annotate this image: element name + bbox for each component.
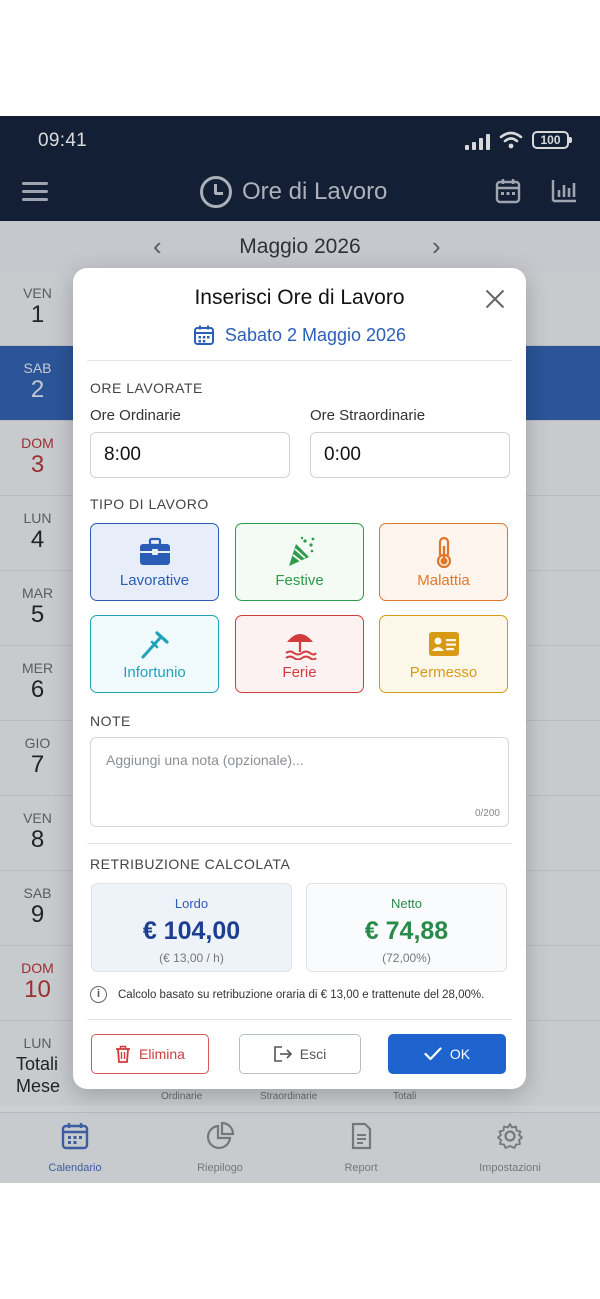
delete-button-label: Elimina [139, 1046, 185, 1062]
pay-section-title: RETRIBUZIONE CALCOLATA [90, 856, 291, 872]
net-label: Netto [390, 896, 423, 911]
type-festive[interactable]: Festive [235, 523, 364, 601]
dialog-date-text: Sabato 2 Maggio 2026 [224, 324, 407, 345]
type-infortunio[interactable]: Infortunio [90, 615, 219, 693]
crutch-icon [141, 631, 169, 659]
exit-button-label: Esci [299, 1046, 327, 1062]
id-card-icon [428, 632, 459, 656]
exit-icon [273, 1046, 292, 1062]
briefcase-icon [139, 537, 170, 565]
type-label: Ferie [282, 664, 317, 681]
ok-button[interactable]: OK [388, 1034, 506, 1074]
trash-icon [116, 1045, 131, 1063]
ordinary-hours-label: Ore Ordinarie [90, 407, 181, 424]
overtime-hours-label: Ore Straordinarie [310, 407, 426, 424]
type-malattia[interactable]: Malattia [379, 523, 508, 601]
pay-info-text: Calcolo basato su retribuzione oraria di… [118, 988, 485, 1001]
ordinary-hours-input[interactable]: 8:00 [90, 432, 290, 478]
work-hours-dialog: Inserisci Ore di Lavoro Sabato 2 Maggio … [73, 268, 526, 1089]
type-label: Infortunio [123, 664, 186, 681]
type-ferie[interactable]: Ferie [235, 615, 364, 693]
type-label: Festive [275, 572, 324, 589]
ok-button-label: OK [449, 1046, 471, 1062]
work-type-section-title: TIPO DI LAVORO [90, 496, 209, 512]
dialog-title: Inserisci Ore di Lavoro [194, 286, 405, 309]
calendar-icon [193, 325, 214, 345]
party-popper-icon [288, 536, 314, 566]
net-pay-card: Netto € 74,88 (72,00%) [306, 883, 507, 972]
dialog-date: Sabato 2 Maggio 2026 [73, 324, 526, 346]
gross-pay-card: Lordo € 104,00 (€ 13,00 / h) [91, 883, 292, 972]
beach-umbrella-icon [284, 634, 317, 660]
divider [87, 360, 512, 361]
thermometer-icon [436, 536, 451, 568]
net-value: € 74,88 [364, 917, 449, 945]
close-icon[interactable] [484, 288, 506, 310]
type-label: Permesso [409, 664, 478, 681]
pay-info: i Calcolo basato su retribuzione oraria … [90, 986, 484, 1003]
overtime-hours-input[interactable]: 0:00 [310, 432, 510, 478]
gross-hourly-rate: (€ 13,00 / h) [159, 951, 224, 965]
type-permesso[interactable]: Permesso [379, 615, 508, 693]
gross-label: Lordo [174, 896, 209, 911]
divider [87, 1019, 512, 1020]
type-label: Malattia [417, 572, 470, 589]
info-icon: i [90, 986, 107, 1003]
delete-button[interactable]: Elimina [91, 1034, 209, 1074]
type-lavorative[interactable]: Lavorative [90, 523, 219, 601]
hours-section-title: ORE LAVORATE [90, 380, 203, 396]
gross-value: € 104,00 [142, 917, 241, 945]
divider [87, 843, 512, 844]
checkmark-icon [424, 1047, 442, 1061]
type-label: Lavorative [119, 572, 190, 589]
note-placeholder: Aggiungi una nota (opzionale)... [106, 752, 304, 768]
exit-button[interactable]: Esci [239, 1034, 361, 1074]
net-percentage: (72,00%) [382, 951, 431, 965]
note-textarea[interactable]: Aggiungi una nota (opzionale)... 0/200 [90, 737, 509, 827]
note-char-count: 0/200 [474, 808, 500, 819]
note-section-title: NOTE [90, 713, 131, 729]
